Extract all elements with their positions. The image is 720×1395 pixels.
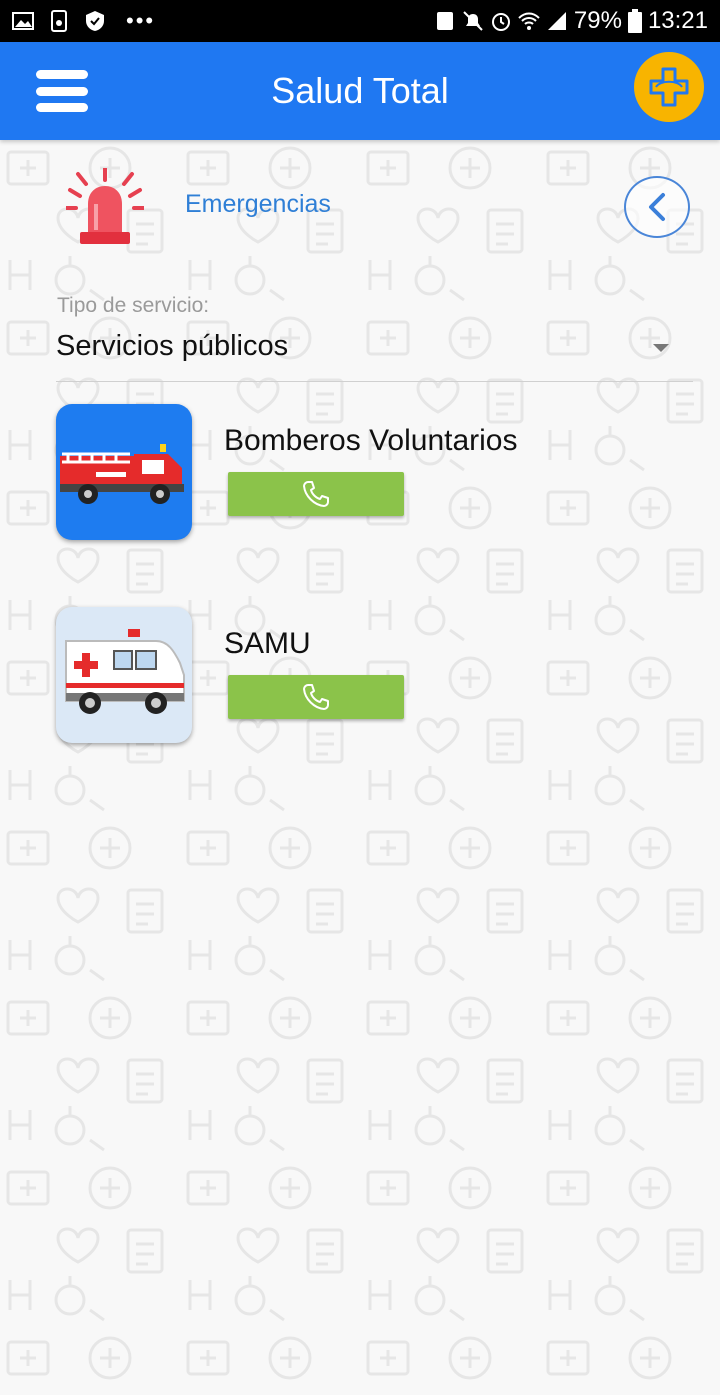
service-item: SAMU: [56, 607, 696, 747]
phone-icon: [303, 684, 329, 710]
more-notifications-icon: •••: [126, 8, 156, 33]
sim-icon: [51, 10, 67, 32]
signal-icon: [547, 12, 566, 30]
shield-icon: [86, 11, 104, 31]
dropdown-arrow-icon: [653, 344, 669, 352]
call-button[interactable]: [228, 675, 404, 719]
ambulance-icon: [56, 607, 192, 743]
fire-truck-icon: [56, 404, 192, 540]
chevron-left-icon: [649, 193, 665, 221]
clock: 13:21: [647, 7, 708, 34]
wifi-icon: [518, 12, 540, 30]
battery-icon: [627, 9, 642, 33]
hamburger-menu-icon[interactable]: [36, 70, 88, 112]
health-cross-logo-icon[interactable]: [634, 52, 704, 122]
status-bar: ••• 79% 13:21: [0, 0, 720, 42]
alarm-icon: [491, 13, 510, 31]
back-button[interactable]: [624, 176, 690, 238]
gallery-icon: [12, 12, 34, 30]
service-name: SAMU: [224, 627, 311, 660]
service-type-label: Tipo de servicio:: [57, 294, 210, 317]
battery-percentage: 79%: [573, 7, 622, 34]
service-type-select[interactable]: Servicios públicos: [56, 320, 693, 382]
service-type-value: Servicios públicos: [56, 330, 289, 362]
service-name: Bomberos Voluntarios: [224, 424, 518, 457]
app-title: Salud Total: [271, 70, 449, 111]
section-header: Emergencias: [0, 160, 720, 250]
phone-icon: [303, 481, 329, 507]
recycle-icon: [436, 12, 453, 30]
app-bar: Salud Total: [0, 42, 720, 140]
mute-icon: [463, 11, 483, 31]
service-item: Bomberos Voluntarios: [56, 404, 696, 544]
section-title: Emergencias: [185, 190, 331, 218]
siren-icon: [66, 168, 144, 244]
call-button[interactable]: [228, 472, 404, 516]
